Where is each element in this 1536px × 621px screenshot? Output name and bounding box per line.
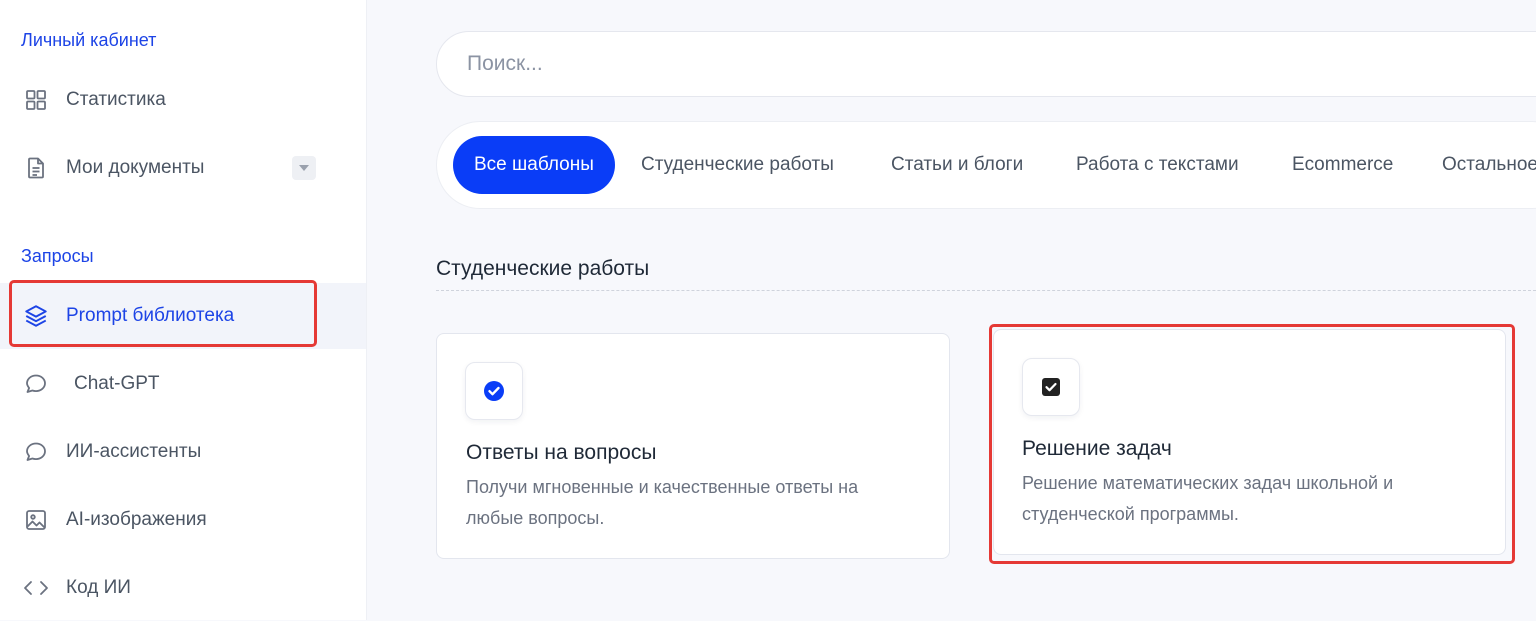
document-icon [23,155,49,181]
chat-bubble-icon [23,439,49,465]
sidebar-item-chat-gpt[interactable]: Chat-GPT [0,351,366,417]
sidebar-item-ai-images[interactable]: AI-изображения [0,487,366,553]
section-title: Студенческие работы [436,257,650,280]
layers-icon [23,303,49,329]
category-tabs: Все шаблоны Студенческие работы Статьи и… [436,121,1536,209]
sidebar-item-label: Prompt библиотека [66,305,235,326]
check-circle-icon [465,362,523,420]
sidebar-item-my-documents[interactable]: Мои документы [0,135,366,201]
card-description: Получи мгновенные и качественные ответы … [466,472,858,534]
sidebar-item-ai-assistants[interactable]: ИИ-ассистенты [0,419,366,485]
chat-bubble-icon [23,371,49,397]
image-icon [23,507,49,533]
tab-text-work[interactable]: Работа с текстами [1076,136,1239,194]
sidebar-item-label: Статистика [66,89,166,110]
section-divider [436,290,1536,291]
template-card-answers[interactable]: Ответы на вопросы Получи мгновенные и ка… [436,333,950,559]
sidebar-item-label: Мои документы [66,157,205,178]
tab-all-templates[interactable]: Все шаблоны [453,136,615,194]
tab-ecommerce[interactable]: Ecommerce [1292,136,1393,194]
grid-icon [23,87,49,113]
card-title: Решение задач [1022,437,1172,460]
sidebar-section-requests: Запросы [21,246,94,266]
tab-other[interactable]: Остальное [1442,136,1536,194]
card-description: Решение математических задач школьной и … [1022,468,1393,530]
template-card-problem-solving[interactable]: Решение задач Решение математических зад… [993,329,1506,555]
sidebar-item-label: ИИ-ассистенты [66,441,202,462]
sidebar-item-statistics[interactable]: Статистика [0,67,366,133]
sidebar-item-prompt-library[interactable]: Prompt библиотека [0,283,366,349]
tab-articles-blogs[interactable]: Статьи и блоги [891,136,1023,194]
chevron-down-icon[interactable] [292,156,316,180]
card-description-line: любые вопросы. [466,508,605,528]
code-icon [23,575,49,601]
card-description-line: Решение математических задач школьной и [1022,473,1394,493]
card-description-line: Получи мгновенные и качественные ответы … [466,477,859,497]
card-title: Ответы на вопросы [466,441,657,464]
sidebar-item-label: AI-изображения [66,509,207,530]
sidebar: Личный кабинет Статистика Мои документы [0,0,367,620]
sidebar-item-label: Код ИИ [66,577,131,598]
sidebar-section-account: Личный кабинет [21,30,157,50]
sidebar-item-ai-code[interactable]: Код ИИ [0,555,366,621]
tab-student-works[interactable]: Студенческие работы [641,136,834,194]
checkbox-icon [1022,358,1080,416]
card-description-line: студенческой программы. [1022,504,1239,524]
search-input[interactable] [436,31,1536,97]
sidebar-item-label: Chat-GPT [74,373,160,394]
